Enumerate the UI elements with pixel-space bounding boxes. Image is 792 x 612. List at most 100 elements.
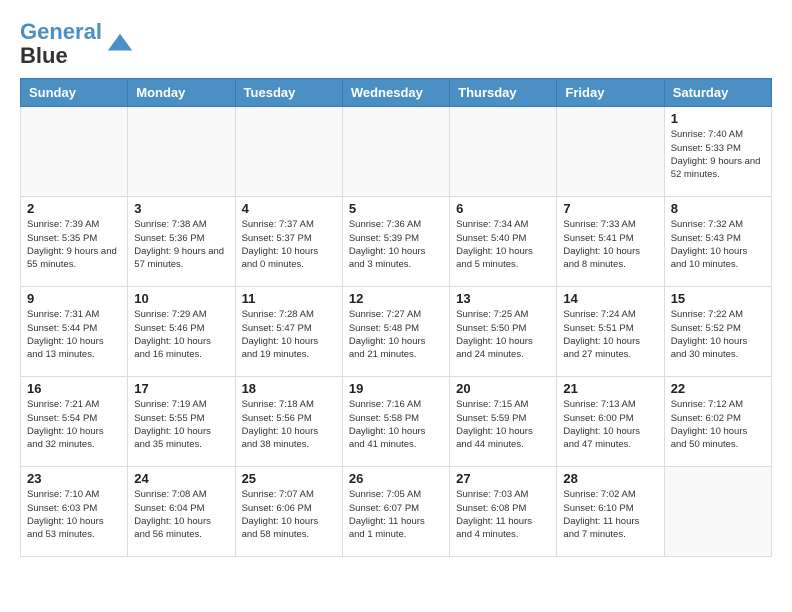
calendar-cell: [450, 107, 557, 197]
day-number: 16: [27, 381, 121, 396]
day-number: 27: [456, 471, 550, 486]
day-info: Sunrise: 7:34 AM Sunset: 5:40 PM Dayligh…: [456, 218, 550, 271]
calendar-cell: 8 Sunrise: 7:32 AM Sunset: 5:43 PM Daylig…: [664, 197, 771, 287]
calendar-cell: 5Sunrise: 7:36 AM Sunset: 5:39 PM Daylig…: [342, 197, 449, 287]
day-number: 12: [349, 291, 443, 306]
calendar-cell: 27 Sunrise: 7:03 AM Sunset: 6:08 PM Dayli…: [450, 467, 557, 557]
day-info: Sunrise: 7:07 AM Sunset: 6:06 PM Dayligh…: [242, 488, 336, 541]
calendar-cell: 28 Sunrise: 7:02 AM Sunset: 6:10 PM Dayli…: [557, 467, 664, 557]
day-number: 22: [671, 381, 765, 396]
calendar-week-2: 9 Sunrise: 7:31 AM Sunset: 5:44 PM Daylig…: [21, 287, 772, 377]
day-info: Sunrise: 7:18 AM Sunset: 5:56 PM Dayligh…: [242, 398, 336, 451]
day-info: Sunrise: 7:38 AM Sunset: 5:36 PM Dayligh…: [134, 218, 228, 271]
day-info: Sunrise: 7:08 AM Sunset: 6:04 PM Dayligh…: [134, 488, 228, 541]
calendar-cell: [664, 467, 771, 557]
calendar-cell: 26 Sunrise: 7:05 AM Sunset: 6:07 PM Dayli…: [342, 467, 449, 557]
calendar-cell: 1 Sunrise: 7:40 AM Sunset: 5:33 PM Daylig…: [664, 107, 771, 197]
day-info: Sunrise: 7:31 AM Sunset: 5:44 PM Dayligh…: [27, 308, 121, 361]
day-number: 4: [242, 201, 336, 216]
day-info: Sunrise: 7:32 AM Sunset: 5:43 PM Dayligh…: [671, 218, 765, 271]
calendar-body: 1 Sunrise: 7:40 AM Sunset: 5:33 PM Daylig…: [21, 107, 772, 557]
calendar-cell: 7 Sunrise: 7:33 AM Sunset: 5:41 PM Daylig…: [557, 197, 664, 287]
day-number: 13: [456, 291, 550, 306]
day-number: 17: [134, 381, 228, 396]
calendar-cell: [21, 107, 128, 197]
day-number: 23: [27, 471, 121, 486]
calendar-cell: [557, 107, 664, 197]
day-info: Sunrise: 7:39 AM Sunset: 5:35 PM Dayligh…: [27, 218, 121, 271]
calendar-table: SundayMondayTuesdayWednesdayThursdayFrid…: [20, 78, 772, 557]
weekday-header-thursday: Thursday: [450, 79, 557, 107]
logo-text: GeneralBlue: [20, 20, 102, 68]
day-info: Sunrise: 7:28 AM Sunset: 5:47 PM Dayligh…: [242, 308, 336, 361]
day-number: 2: [27, 201, 121, 216]
calendar-cell: 18 Sunrise: 7:18 AM Sunset: 5:56 PM Dayli…: [235, 377, 342, 467]
calendar-cell: 16 Sunrise: 7:21 AM Sunset: 5:54 PM Dayli…: [21, 377, 128, 467]
day-number: 25: [242, 471, 336, 486]
weekday-header-monday: Monday: [128, 79, 235, 107]
day-number: 18: [242, 381, 336, 396]
day-number: 21: [563, 381, 657, 396]
day-info: Sunrise: 7:24 AM Sunset: 5:51 PM Dayligh…: [563, 308, 657, 361]
calendar-week-0: 1 Sunrise: 7:40 AM Sunset: 5:33 PM Daylig…: [21, 107, 772, 197]
calendar-cell: 14Sunrise: 7:24 AM Sunset: 5:51 PM Dayli…: [557, 287, 664, 377]
day-info: Sunrise: 7:21 AM Sunset: 5:54 PM Dayligh…: [27, 398, 121, 451]
calendar-cell: 20 Sunrise: 7:15 AM Sunset: 5:59 PM Dayli…: [450, 377, 557, 467]
day-number: 26: [349, 471, 443, 486]
day-number: 8: [671, 201, 765, 216]
calendar-cell: [128, 107, 235, 197]
day-number: 9: [27, 291, 121, 306]
day-number: 11: [242, 291, 336, 306]
day-info: Sunrise: 7:33 AM Sunset: 5:41 PM Dayligh…: [563, 218, 657, 271]
page-header: GeneralBlue: [20, 20, 772, 68]
weekday-header-wednesday: Wednesday: [342, 79, 449, 107]
calendar-cell: 13 Sunrise: 7:25 AM Sunset: 5:50 PM Dayli…: [450, 287, 557, 377]
day-info: Sunrise: 7:22 AM Sunset: 5:52 PM Dayligh…: [671, 308, 765, 361]
calendar-cell: 17 Sunrise: 7:19 AM Sunset: 5:55 PM Dayli…: [128, 377, 235, 467]
calendar-cell: 4 Sunrise: 7:37 AM Sunset: 5:37 PM Daylig…: [235, 197, 342, 287]
day-info: Sunrise: 7:15 AM Sunset: 5:59 PM Dayligh…: [456, 398, 550, 451]
day-info: Sunrise: 7:19 AM Sunset: 5:55 PM Dayligh…: [134, 398, 228, 451]
day-info: Sunrise: 7:25 AM Sunset: 5:50 PM Dayligh…: [456, 308, 550, 361]
day-info: Sunrise: 7:40 AM Sunset: 5:33 PM Dayligh…: [671, 128, 765, 181]
calendar-cell: 24 Sunrise: 7:08 AM Sunset: 6:04 PM Dayli…: [128, 467, 235, 557]
calendar-cell: 3 Sunrise: 7:38 AM Sunset: 5:36 PM Daylig…: [128, 197, 235, 287]
weekday-header-sunday: Sunday: [21, 79, 128, 107]
day-info: Sunrise: 7:03 AM Sunset: 6:08 PM Dayligh…: [456, 488, 550, 541]
day-info: Sunrise: 7:16 AM Sunset: 5:58 PM Dayligh…: [349, 398, 443, 451]
calendar-cell: 10 Sunrise: 7:29 AM Sunset: 5:46 PM Dayli…: [128, 287, 235, 377]
day-number: 24: [134, 471, 228, 486]
day-number: 5: [349, 201, 443, 216]
calendar-cell: 23Sunrise: 7:10 AM Sunset: 6:03 PM Dayli…: [21, 467, 128, 557]
calendar-cell: 11 Sunrise: 7:28 AM Sunset: 5:47 PM Dayli…: [235, 287, 342, 377]
day-info: Sunrise: 7:02 AM Sunset: 6:10 PM Dayligh…: [563, 488, 657, 541]
day-info: Sunrise: 7:12 AM Sunset: 6:02 PM Dayligh…: [671, 398, 765, 451]
day-info: Sunrise: 7:37 AM Sunset: 5:37 PM Dayligh…: [242, 218, 336, 271]
day-number: 7: [563, 201, 657, 216]
day-info: Sunrise: 7:27 AM Sunset: 5:48 PM Dayligh…: [349, 308, 443, 361]
weekday-header-friday: Friday: [557, 79, 664, 107]
weekday-header-saturday: Saturday: [664, 79, 771, 107]
logo: GeneralBlue: [20, 20, 134, 68]
calendar-week-1: 2 Sunrise: 7:39 AM Sunset: 5:35 PM Daylig…: [21, 197, 772, 287]
day-number: 10: [134, 291, 228, 306]
calendar-cell: 21Sunrise: 7:13 AM Sunset: 6:00 PM Dayli…: [557, 377, 664, 467]
calendar-cell: [235, 107, 342, 197]
calendar-week-3: 16 Sunrise: 7:21 AM Sunset: 5:54 PM Dayli…: [21, 377, 772, 467]
day-info: Sunrise: 7:29 AM Sunset: 5:46 PM Dayligh…: [134, 308, 228, 361]
day-number: 28: [563, 471, 657, 486]
weekday-header-row: SundayMondayTuesdayWednesdayThursdayFrid…: [21, 79, 772, 107]
logo-icon: [106, 30, 134, 58]
day-info: Sunrise: 7:05 AM Sunset: 6:07 PM Dayligh…: [349, 488, 443, 541]
calendar-cell: 22 Sunrise: 7:12 AM Sunset: 6:02 PM Dayli…: [664, 377, 771, 467]
day-number: 3: [134, 201, 228, 216]
calendar-cell: 9 Sunrise: 7:31 AM Sunset: 5:44 PM Daylig…: [21, 287, 128, 377]
calendar-cell: 15Sunrise: 7:22 AM Sunset: 5:52 PM Dayli…: [664, 287, 771, 377]
day-number: 1: [671, 111, 765, 126]
day-number: 19: [349, 381, 443, 396]
day-number: 20: [456, 381, 550, 396]
weekday-header-tuesday: Tuesday: [235, 79, 342, 107]
calendar-cell: 2 Sunrise: 7:39 AM Sunset: 5:35 PM Daylig…: [21, 197, 128, 287]
day-number: 6: [456, 201, 550, 216]
calendar-week-4: 23Sunrise: 7:10 AM Sunset: 6:03 PM Dayli…: [21, 467, 772, 557]
